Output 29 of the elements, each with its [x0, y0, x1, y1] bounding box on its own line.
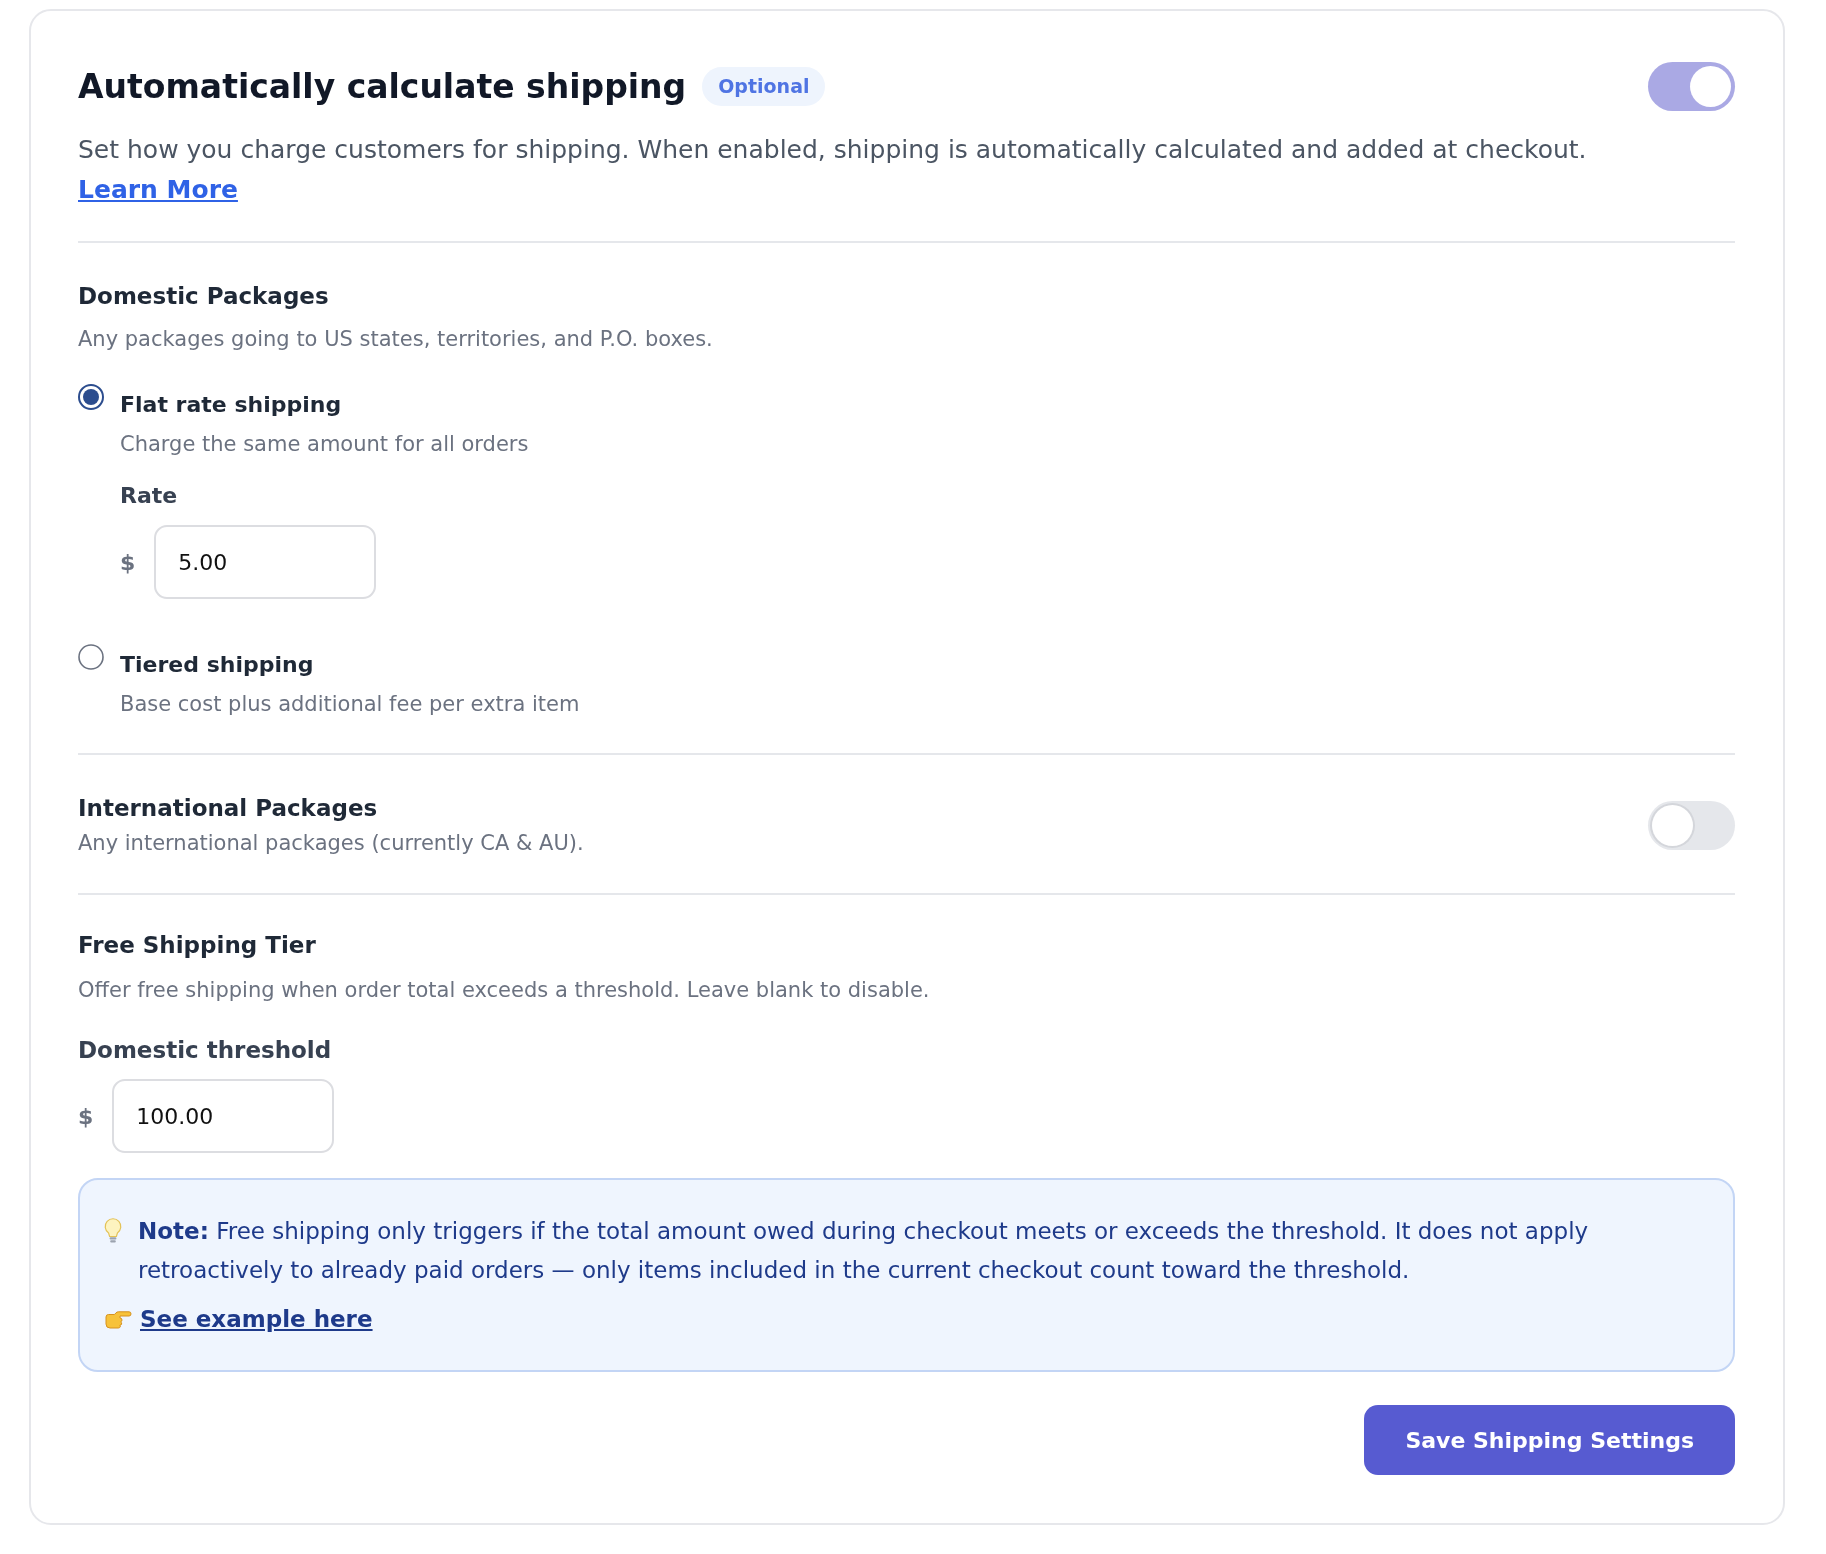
- currency-symbol: $: [120, 549, 136, 575]
- note-text: Note: Free shipping only triggers if the total amount owed during checkout meets or exceeds the threshold. It does not apply retroactively to already paid orders — only items included in the current checkout count toward the threshold.: [138, 1217, 1590, 1285]
- section-title: Automatically calculate shipping: [78, 65, 687, 108]
- toggle-switch[interactable]: [1648, 800, 1735, 850]
- currency-symbol: $: [78, 1103, 94, 1129]
- section-heading: Free Shipping Tier: [78, 931, 317, 960]
- see-example-link[interactable]: See example here: [140, 1302, 373, 1336]
- save-button[interactable]: Save Shipping Settings: [1364, 1405, 1735, 1475]
- field-label: Rate: [120, 482, 179, 510]
- section-description: Any international packages (currently CA & AU).: [78, 830, 584, 857]
- option-description: Base cost plus additional fee per extra item: [120, 691, 580, 718]
- pointing-hand-icon: [104, 1309, 132, 1329]
- option-label: Tiered shipping: [120, 651, 315, 679]
- field-label: Domestic threshold: [78, 1036, 333, 1065]
- learn-more-link[interactable]: Learn More: [78, 175, 238, 204]
- section-description: Any packages going to US states, territories, and P.O. boxes.: [78, 326, 714, 353]
- toggle-switch[interactable]: [1648, 62, 1735, 111]
- light-bulb-icon: [104, 1217, 122, 1244]
- section-heading: International Packages: [78, 794, 379, 823]
- section-heading: Domestic Packages: [78, 282, 330, 311]
- option-label: Flat rate shipping: [120, 391, 343, 419]
- threshold-input[interactable]: 100.00: [112, 1079, 335, 1153]
- radio-button[interactable]: [78, 644, 104, 670]
- option-description: Charge the same amount for all orders: [120, 431, 529, 458]
- badge: Optional: [702, 67, 826, 106]
- description-text: Set how you charge customers for shipping. When enabled, shipping is automatically calculated and added at checkout. Learn More: [78, 134, 1588, 206]
- rate-input[interactable]: 5.00: [154, 525, 377, 599]
- section-description: Offer free shipping when order total exceeds a threshold. Leave blank to disable.: [78, 977, 931, 1004]
- radio-button[interactable]: [78, 384, 104, 410]
